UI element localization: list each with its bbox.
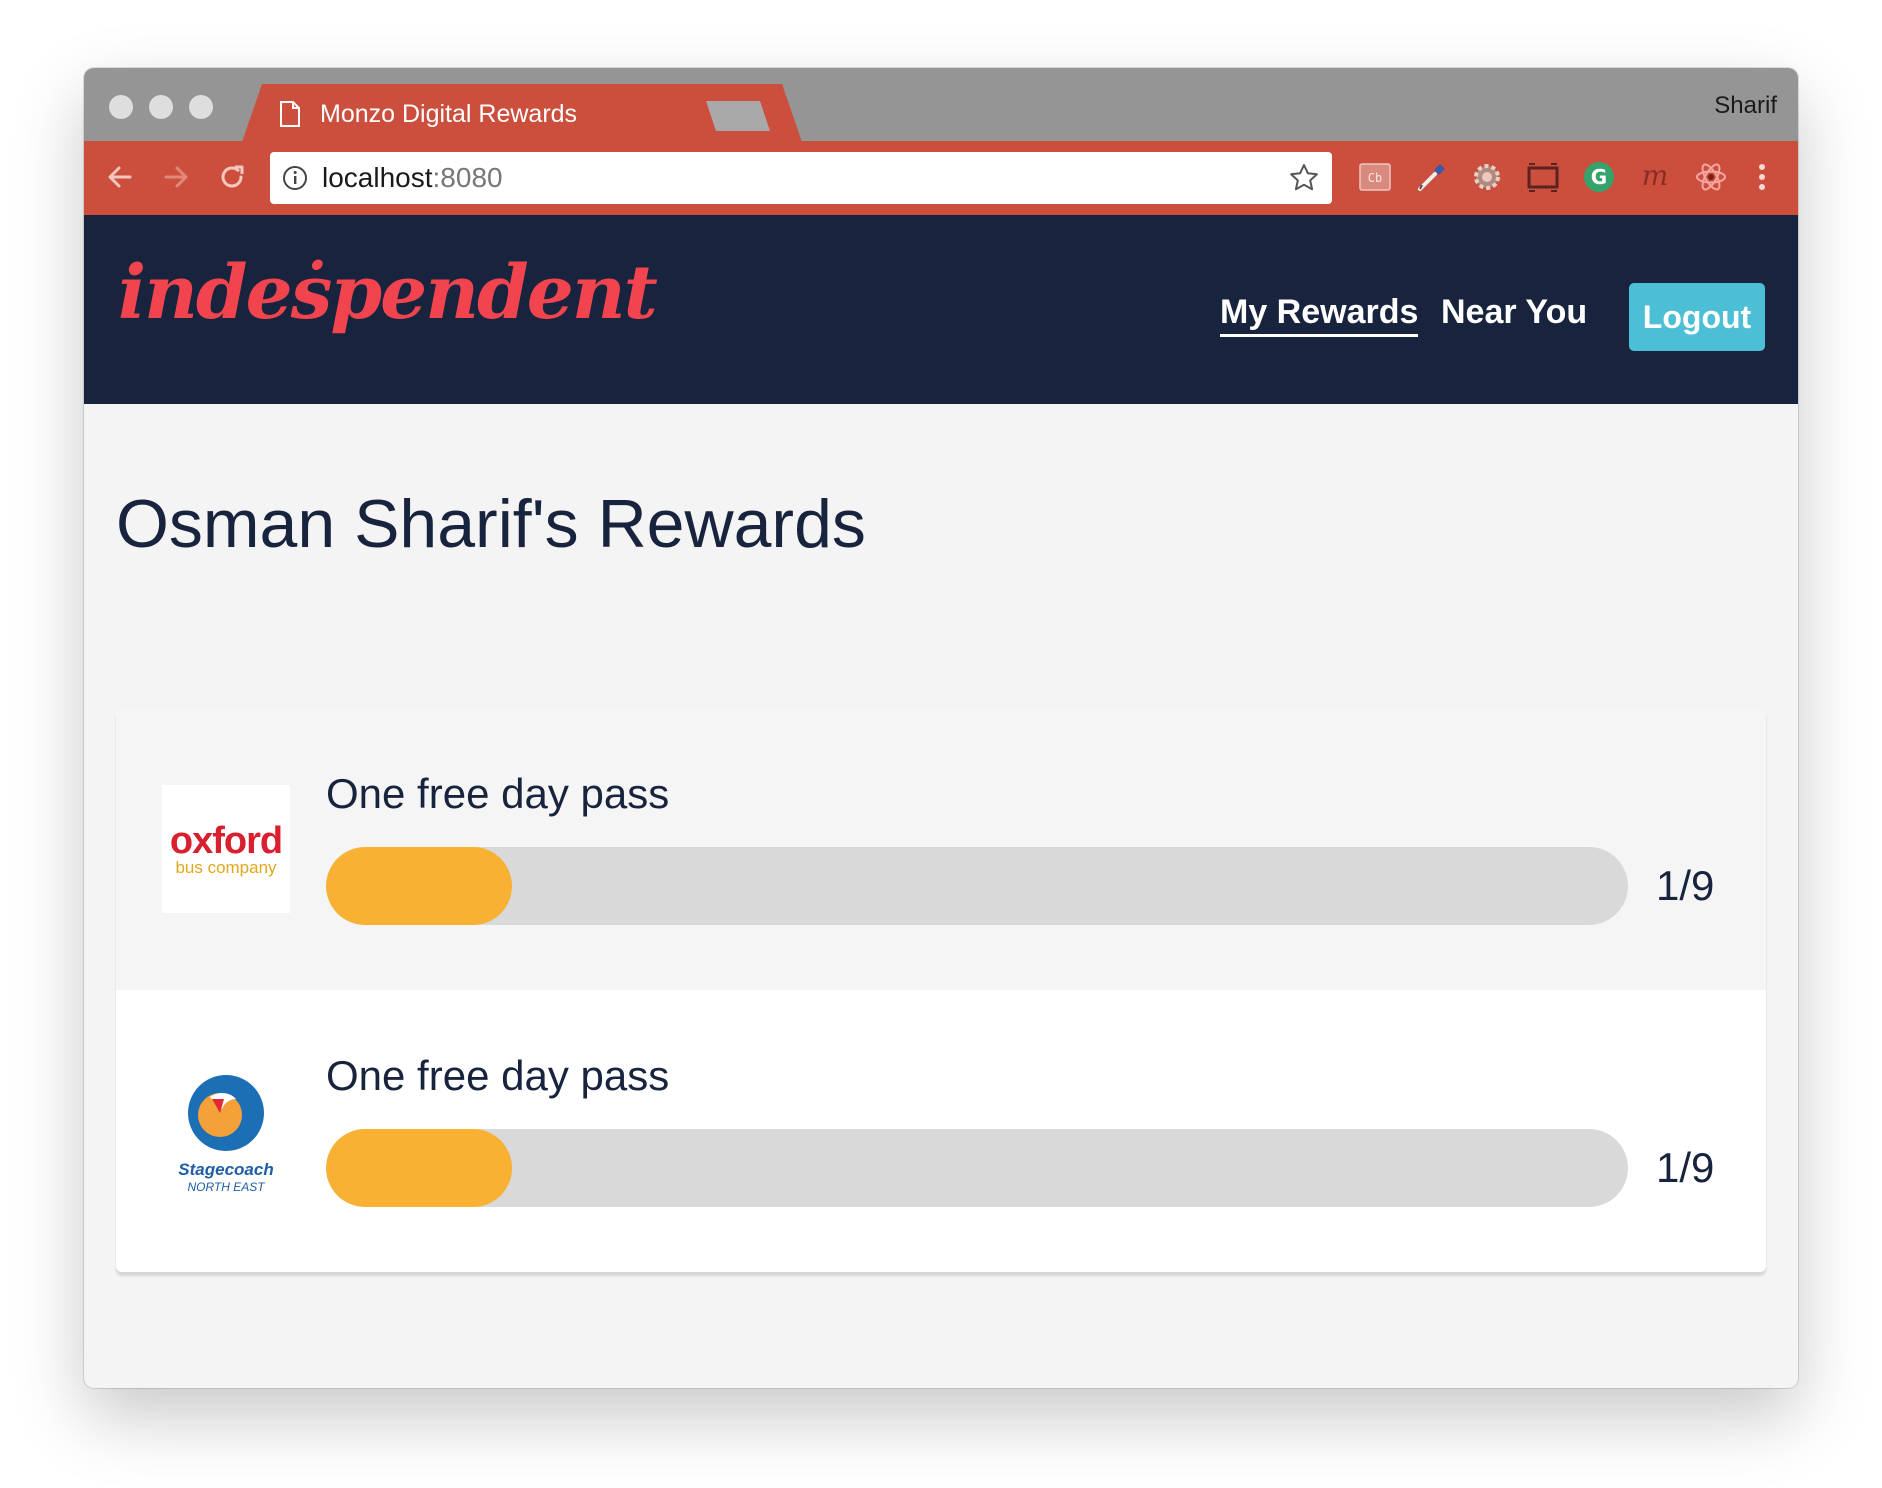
reward-progress-bar — [326, 1129, 1628, 1207]
minimize-window-button[interactable] — [149, 95, 173, 119]
logout-button[interactable]: Logout — [1629, 283, 1765, 351]
reward-progress-fill — [326, 847, 512, 925]
grammarly-icon[interactable]: G — [1580, 158, 1618, 196]
m-extension-icon[interactable]: m — [1636, 158, 1674, 196]
profile-name[interactable]: Sharif — [1714, 92, 1777, 120]
brand-name-bottom: NORTH EAST — [187, 1180, 266, 1194]
close-window-button[interactable] — [109, 95, 133, 119]
tab-title: Monzo Digital Rewards — [320, 100, 578, 128]
nav-my-rewards[interactable]: My Rewards — [1220, 292, 1419, 337]
address-bar[interactable]: localhost:8080 — [270, 152, 1332, 204]
window-resize-icon[interactable] — [1524, 158, 1562, 196]
site-logo[interactable]: indeṡpendent — [118, 243, 658, 343]
back-arrow-icon[interactable] — [102, 159, 138, 195]
nav-near-you[interactable]: Near You — [1441, 292, 1587, 332]
reward-row[interactable]: oxford bus company One free day pass 1/9 — [116, 708, 1766, 990]
brand-name-bottom: bus company — [175, 858, 277, 877]
stagecoach-logo: Stagecoach NORTH EAST — [162, 1067, 290, 1195]
url-host: localhost — [322, 162, 433, 193]
svg-text:Cb: Cb — [1368, 171, 1382, 185]
svg-text:G: G — [1591, 165, 1607, 189]
url-text[interactable]: localhost:8080 — [322, 162, 503, 194]
react-devtools-icon[interactable] — [1692, 158, 1730, 196]
stagecoach-logo-graphic: Stagecoach NORTH EAST — [178, 1075, 274, 1194]
maximize-window-button[interactable] — [189, 95, 213, 119]
reward-progress-count: 1/9 — [1656, 1144, 1715, 1191]
svg-text:m: m — [1642, 159, 1669, 192]
browser-toolbar: localhost:8080 Cb G m — [84, 141, 1798, 215]
tab-strip: Monzo Digital Rewards × Sharif — [84, 68, 1798, 142]
forward-arrow-icon[interactable] — [158, 159, 194, 195]
menu-dots-icon[interactable] — [1743, 158, 1781, 196]
rewards-list: oxford bus company One free day pass 1/9… — [116, 708, 1766, 1272]
url-port: :8080 — [432, 162, 503, 193]
reward-title: One free day pass — [326, 1052, 670, 1099]
reward-progress-count: 1/9 — [1656, 862, 1715, 909]
brand-name-top: Stagecoach — [178, 1160, 273, 1179]
page-icon — [280, 101, 300, 127]
brand-name-top: oxford — [170, 820, 282, 862]
browser-window: Monzo Digital Rewards × Sharif localhost… — [84, 68, 1798, 1388]
reward-progress-fill — [326, 1129, 512, 1207]
site-header: indeṡpendent My Rewards Near You Logout — [84, 215, 1798, 404]
oxford-bus-logo: oxford bus company — [162, 785, 290, 913]
reload-icon[interactable] — [214, 159, 250, 195]
cb-extension-icon[interactable]: Cb — [1356, 158, 1394, 196]
oxford-bus-logo-graphic: oxford bus company — [170, 820, 283, 877]
reward-title: One free day pass — [326, 770, 670, 817]
settings-cog-icon[interactable] — [1468, 158, 1506, 196]
reward-progress-bar — [326, 847, 1628, 925]
reward-row[interactable]: Stagecoach NORTH EAST One free day pass … — [116, 990, 1766, 1272]
page-title: Osman Sharif's Rewards — [116, 486, 866, 562]
info-icon[interactable] — [282, 165, 308, 191]
eyedropper-icon[interactable] — [1412, 158, 1450, 196]
bookmark-star-icon[interactable] — [1288, 162, 1320, 194]
new-tab-button[interactable] — [706, 101, 770, 131]
